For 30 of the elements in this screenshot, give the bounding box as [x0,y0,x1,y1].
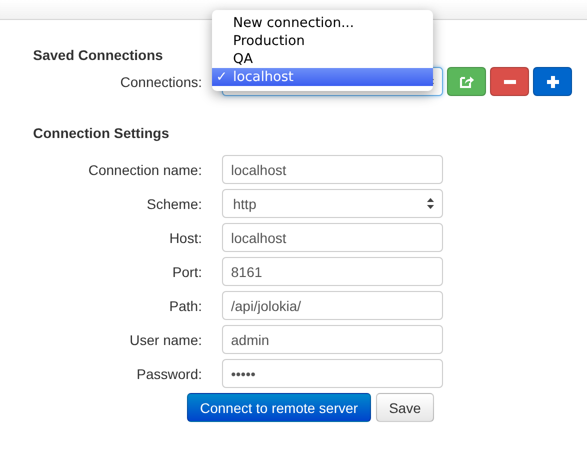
share-icon [460,75,474,88]
field-label: Host: [168,230,203,246]
input-field[interactable]: admin [222,325,443,354]
updown-arrows-icon [427,198,434,209]
menu-item[interactable]: QA [212,50,433,68]
password-field[interactable]: ••••• [222,359,443,388]
field-label: Connections: [119,74,203,90]
save-button[interactable]: Save [376,393,434,422]
minus-button[interactable] [490,67,529,96]
scheme-select[interactable]: http [222,189,443,218]
menu-item[interactable]: Production [212,32,433,50]
share-button[interactable] [447,67,486,96]
plus-icon [546,76,558,88]
plus-button[interactable] [533,67,572,96]
section-heading: Connection Settings [33,125,170,143]
input-field[interactable]: localhost [222,223,443,252]
section-heading: Saved Connections [33,47,163,65]
menu-item[interactable]: New connection... [212,14,433,32]
input-field[interactable]: /api/jolokia/ [222,291,443,320]
connect-button[interactable]: Connect to remote server [187,393,371,422]
field-label: Path: [168,298,203,314]
input-field[interactable]: localhost [222,155,443,184]
field-label: Connection name: [87,162,203,178]
field-label: Port: [171,264,203,280]
minus-icon [504,80,516,84]
menu-item[interactable]: ✓ localhost [212,68,433,86]
field-label: Scheme: [146,196,203,212]
input-field[interactable]: 8161 [222,257,443,286]
field-label: Password: [136,366,203,382]
field-label: User name: [128,332,203,348]
